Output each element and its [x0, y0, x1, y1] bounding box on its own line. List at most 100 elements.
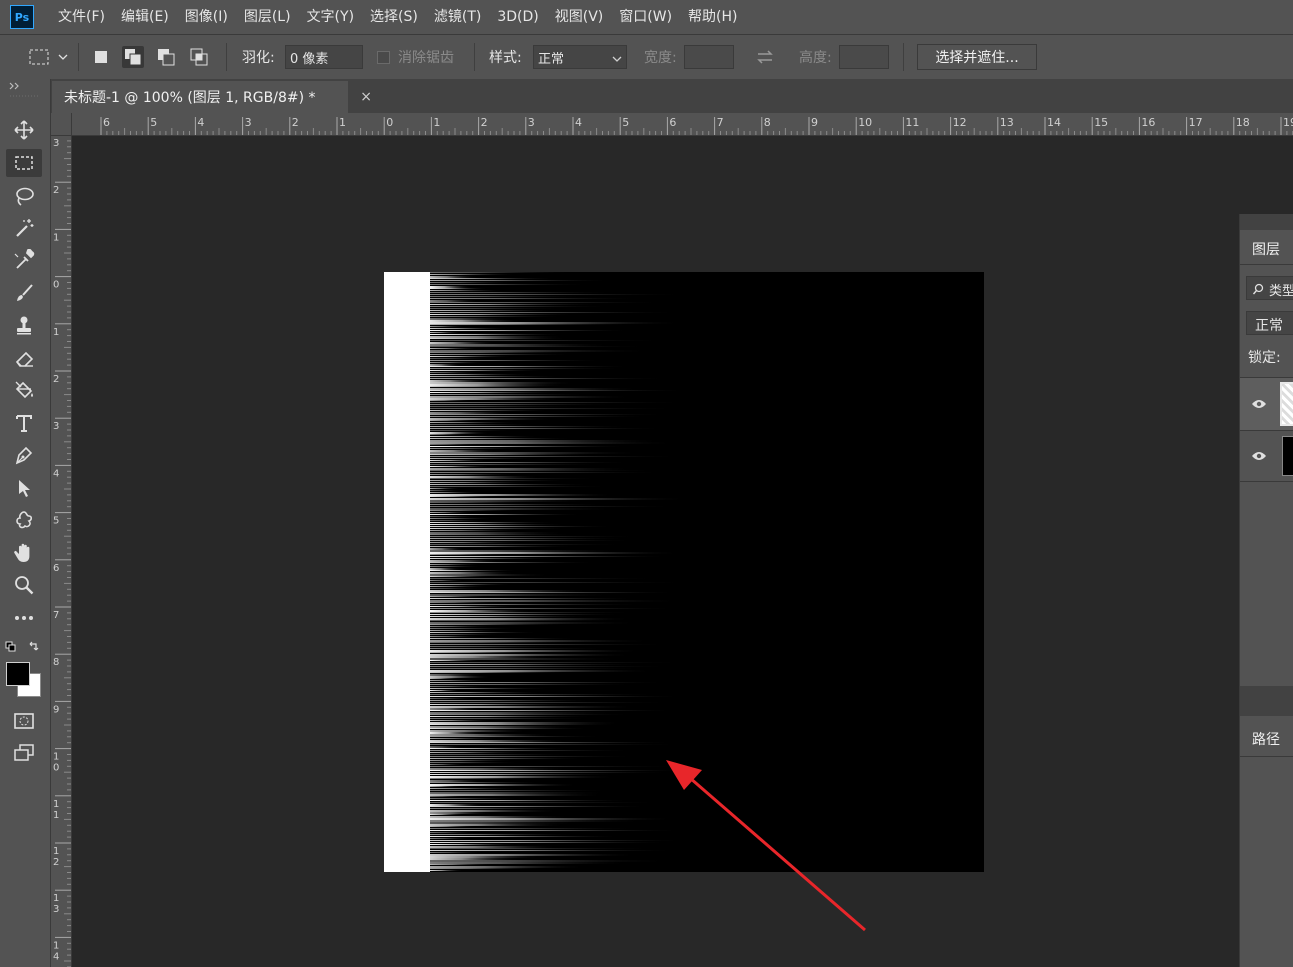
streak-line — [430, 822, 578, 824]
eraser-tool[interactable] — [6, 344, 42, 372]
screen-mode-button[interactable] — [6, 739, 42, 767]
ruler-origin[interactable] — [51, 113, 72, 136]
tool-preset-picker[interactable] — [26, 46, 70, 68]
ruler-label: 8 — [53, 657, 59, 668]
menu-layer[interactable]: 图层(L) — [236, 0, 299, 34]
hand-tool[interactable] — [6, 539, 42, 567]
menu-view[interactable]: 视图(V) — [547, 0, 612, 34]
layer-row-1[interactable] — [1240, 377, 1293, 430]
zoom-tool[interactable] — [6, 571, 42, 599]
lasso-tool[interactable] — [6, 182, 42, 210]
streak-line — [430, 820, 646, 822]
document-tab-title: 未标题-1 @ 100% (图层 1, RGB/8#) * — [64, 90, 316, 106]
menu-type[interactable]: 文字(Y) — [299, 0, 362, 34]
streak-line — [430, 346, 652, 347]
style-label: 样式: — [489, 50, 522, 66]
ruler-label: 5 — [150, 116, 157, 129]
swap-dimensions-button[interactable] — [754, 46, 776, 68]
streak-line — [430, 696, 684, 697]
horizontal-ruler[interactable]: 654321012345678910111213141516171819 — [51, 113, 1293, 136]
streak-line — [430, 422, 518, 423]
panel-divider — [1240, 686, 1293, 716]
menu-image[interactable]: 图像(I) — [177, 0, 236, 34]
menu-window[interactable]: 窗口(W) — [611, 0, 680, 34]
tab-paths[interactable]: 路径 — [1240, 720, 1293, 757]
panel-grip-icon[interactable] — [0, 79, 50, 101]
eyedropper-tool[interactable] — [6, 246, 42, 274]
streak-line — [430, 674, 482, 676]
move-tool[interactable] — [6, 116, 42, 144]
streak-line — [430, 850, 676, 851]
blend-mode-select[interactable]: 正常 — [1240, 311, 1293, 335]
streak-line — [430, 344, 612, 346]
custom-shape-tool[interactable] — [6, 506, 42, 534]
streak-line — [430, 560, 500, 562]
add-selection-button[interactable] — [122, 46, 144, 68]
vertical-ruler[interactable]: 32101234567891011121314 — [51, 135, 72, 967]
feather-input[interactable]: 0 像素 — [285, 45, 363, 69]
streak-line — [430, 498, 689, 500]
type-tool[interactable] — [6, 409, 42, 437]
streak-line — [430, 360, 604, 361]
streak-line — [430, 364, 462, 366]
brush-tool[interactable] — [6, 279, 42, 307]
close-icon[interactable]: × — [360, 89, 372, 105]
streak-line — [430, 564, 482, 565]
default-colors-and-swap[interactable] — [4, 640, 44, 654]
menu-select[interactable]: 选择(S) — [362, 0, 426, 34]
eye-icon[interactable] — [1251, 399, 1267, 409]
ruler-label: 6 — [53, 563, 59, 574]
streak-line — [430, 720, 493, 721]
ruler-label: 7 — [717, 116, 724, 129]
streak-line — [430, 420, 480, 421]
lasso-icon — [16, 187, 34, 206]
document-canvas[interactable] — [384, 272, 984, 872]
antialias-checkbox[interactable] — [377, 50, 390, 64]
subtract-selection-button[interactable] — [155, 46, 177, 68]
streak-line — [430, 430, 512, 431]
streak-line — [430, 754, 573, 755]
rect-marquee-tool[interactable] — [6, 149, 42, 177]
streak-line — [430, 806, 650, 807]
intersect-selection-button[interactable] — [188, 46, 210, 68]
streak-line — [430, 698, 476, 699]
streak-line — [430, 756, 637, 757]
streak-line — [430, 804, 484, 806]
separator — [903, 43, 904, 71]
pen-tool[interactable] — [6, 441, 42, 469]
foreground-color-swatch[interactable] — [6, 662, 30, 686]
ruler-label: 1 — [53, 327, 59, 338]
magic-wand-tool[interactable] — [6, 214, 42, 242]
tab-layers[interactable]: 图层 — [1240, 232, 1293, 265]
streak-line — [430, 550, 622, 552]
select-and-mask-button[interactable]: 选择并遮住... — [917, 44, 1037, 70]
streak-line — [430, 742, 675, 743]
new-selection-button[interactable] — [90, 46, 112, 68]
quick-mask-button[interactable] — [6, 707, 42, 735]
menu-filter[interactable]: 滤镜(T) — [426, 0, 489, 34]
streak-line — [430, 762, 520, 763]
options-bar: 羽化: 0 像素 消除锯齿 样式: 正常 宽度: 高度: 选择并遮住... — [0, 34, 1293, 80]
ruler-label: 5 — [53, 516, 59, 527]
streak-line — [430, 348, 479, 349]
menu-3d[interactable]: 3D(D) — [489, 0, 546, 34]
paint-bucket-tool[interactable] — [6, 376, 42, 404]
path-selection-tool[interactable] — [6, 474, 42, 502]
clone-stamp-tool[interactable] — [6, 311, 42, 339]
menu-help[interactable]: 帮助(H) — [680, 0, 745, 34]
height-input[interactable] — [839, 45, 889, 69]
menu-file[interactable]: 文件(F) — [50, 0, 113, 34]
streak-line — [430, 302, 664, 303]
style-select[interactable]: 正常 — [533, 45, 627, 69]
menu-edit[interactable]: 编辑(E) — [113, 0, 177, 34]
blend-mode-value: 正常 — [1255, 318, 1283, 334]
width-input[interactable] — [684, 45, 734, 69]
layer-filter[interactable]: 类型 — [1240, 276, 1293, 300]
layer-row-2[interactable] — [1240, 430, 1293, 482]
streak-line — [430, 304, 599, 305]
document-tab[interactable]: 未标题-1 @ 100% (图层 1, RGB/8#) * × — [52, 81, 372, 113]
edit-toolbar-button[interactable] — [6, 604, 42, 632]
eye-icon[interactable] — [1251, 451, 1267, 461]
height-label: 高度: — [799, 50, 832, 66]
streak-line — [430, 490, 461, 491]
